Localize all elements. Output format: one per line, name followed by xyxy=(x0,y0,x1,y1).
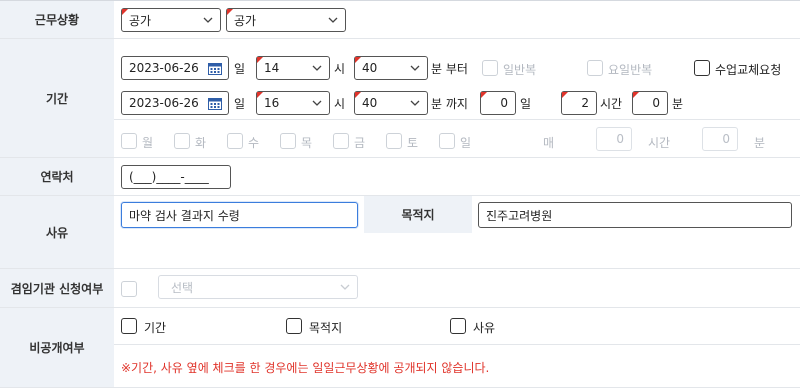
every-hours-value: 0 xyxy=(616,132,624,146)
every-minutes-input[interactable]: 0 xyxy=(702,127,738,151)
weekday-wed-checkbox[interactable] xyxy=(227,133,243,149)
chevron-down-icon xyxy=(328,17,338,23)
start-hour-select[interactable]: 14 xyxy=(256,56,330,80)
end-hour-label: 시 xyxy=(334,97,346,111)
every-label: 매 xyxy=(543,136,555,150)
period-row: 기간 2023-06-26 일 14 시 40 분 부터 일반복 요일반복 수업… xyxy=(0,39,800,158)
weekday-fri-checkbox[interactable] xyxy=(333,133,349,149)
dual-office-select[interactable]: 선택 xyxy=(158,275,358,299)
work-status-row: 근무상황 공가 공가 xyxy=(0,1,800,39)
contact-label: 연락처 xyxy=(0,158,114,195)
dual-office-select-value: 선택 xyxy=(171,280,194,295)
every-minutes-label: 분 xyxy=(754,136,766,150)
end-minute-value: 40 xyxy=(362,96,378,110)
weekday-sat-checkbox[interactable] xyxy=(386,133,402,149)
chevron-down-icon xyxy=(312,100,322,106)
reason-value: 마약 검사 결과지 수령 xyxy=(129,208,240,223)
period-label: 기간 xyxy=(0,39,114,157)
duration-hours-input[interactable]: 2 xyxy=(561,91,597,115)
every-minutes-value: 0 xyxy=(722,132,730,146)
weekday-sun-checkbox[interactable] xyxy=(439,133,455,149)
chevron-down-icon xyxy=(410,65,420,71)
destination-label: 목적지 xyxy=(401,208,435,222)
end-date-value: 2023-06-26 xyxy=(129,96,199,110)
private-label: 비공개여부 xyxy=(0,308,114,387)
private-period-label: 기간 xyxy=(144,321,167,335)
work-status-detail-select[interactable]: 공가 xyxy=(226,8,346,32)
weekday-fri-label: 금 xyxy=(354,136,366,150)
weekday-wed-label: 수 xyxy=(248,136,260,150)
every-hours-label: 시간 xyxy=(648,136,671,150)
private-row: 비공개여부 기간 목적지 사유 ※기간, 사유 옆에 체크를 한 경우에는 일일… xyxy=(0,308,800,388)
weekday-mon-checkbox[interactable] xyxy=(121,133,137,149)
reason-label: 사유 xyxy=(0,196,114,268)
weekday-repeat-checkbox[interactable] xyxy=(587,60,603,76)
weekday-repeat-label: 요일반복 xyxy=(608,63,653,77)
duration-days-label: 일 xyxy=(520,97,532,111)
chevron-down-icon xyxy=(410,100,420,106)
dual-office-label: 겸임기관 신청여부 xyxy=(0,269,114,307)
duration-days-value: 0 xyxy=(500,96,508,110)
calendar-icon[interactable] xyxy=(208,62,222,75)
duration-minutes-input[interactable]: 0 xyxy=(632,91,668,115)
start-minute-value: 40 xyxy=(362,61,378,75)
daily-repeat-label: 일반복 xyxy=(503,63,537,77)
private-reason-label: 사유 xyxy=(473,321,496,335)
class-exchange-label: 수업교체요청 xyxy=(715,63,782,77)
private-period-checkbox[interactable] xyxy=(121,318,137,334)
destination-label-cell: 목적지 xyxy=(364,196,472,233)
work-status-type-value: 공가 xyxy=(129,13,152,28)
duration-days-input[interactable]: 0 xyxy=(480,91,516,115)
reason-row: 사유 마약 검사 결과지 수령 목적지 진주고려병원 xyxy=(0,196,800,269)
contact-input[interactable]: (___)____-____ xyxy=(121,165,231,189)
chevron-down-icon xyxy=(203,17,213,23)
start-date-input[interactable]: 2023-06-26 xyxy=(121,56,229,80)
duration-minutes-label: 분 xyxy=(672,97,684,111)
private-reason-checkbox[interactable] xyxy=(450,318,466,334)
start-minute-select[interactable]: 40 xyxy=(354,56,428,80)
end-hour-select[interactable]: 16 xyxy=(256,91,330,115)
end-date-input[interactable]: 2023-06-26 xyxy=(121,91,229,115)
duration-hours-label: 시간 xyxy=(600,97,623,111)
weekday-sat-label: 토 xyxy=(407,136,419,150)
contact-row: 연락처 (___)____-____ xyxy=(0,158,800,196)
weekday-tue-label: 화 xyxy=(195,136,207,150)
start-hour-label: 시 xyxy=(334,62,346,76)
private-divider xyxy=(114,344,800,345)
weekday-tue-checkbox[interactable] xyxy=(174,133,190,149)
contact-value: (___)____-____ xyxy=(129,170,209,184)
dual-office-checkbox[interactable] xyxy=(121,281,137,297)
private-destination-checkbox[interactable] xyxy=(286,318,302,334)
chevron-down-icon xyxy=(312,65,322,71)
duration-hours-value: 2 xyxy=(581,96,589,110)
end-minute-label: 분 까지 xyxy=(431,97,468,111)
weekday-thu-label: 목 xyxy=(301,136,313,150)
dual-office-row: 겸임기관 신청여부 선택 xyxy=(0,269,800,308)
start-date-value: 2023-06-26 xyxy=(129,61,199,75)
chevron-down-icon xyxy=(340,284,350,290)
work-status-label: 근무상황 xyxy=(0,1,114,38)
period-divider xyxy=(114,119,800,120)
work-status-detail-value: 공가 xyxy=(234,13,257,28)
weekday-thu-checkbox[interactable] xyxy=(280,133,296,149)
destination-input[interactable]: 진주고려병원 xyxy=(478,202,792,228)
daily-repeat-checkbox[interactable] xyxy=(482,60,498,76)
weekday-mon-label: 월 xyxy=(142,136,154,150)
start-hour-value: 14 xyxy=(264,61,280,75)
reason-input[interactable]: 마약 검사 결과지 수령 xyxy=(121,202,358,228)
destination-value: 진주고려병원 xyxy=(486,208,553,223)
class-exchange-checkbox[interactable] xyxy=(694,60,710,76)
private-destination-label: 목적지 xyxy=(309,321,343,335)
calendar-icon[interactable] xyxy=(208,97,222,110)
every-hours-input[interactable]: 0 xyxy=(596,127,632,151)
private-notice: ※기간, 사유 옆에 체크를 한 경우에는 일일근무상황에 공개되지 않습니다. xyxy=(121,361,490,375)
end-hour-value: 16 xyxy=(264,96,280,110)
weekday-sun-label: 일 xyxy=(460,136,472,150)
duration-minutes-value: 0 xyxy=(652,96,660,110)
work-status-type-select[interactable]: 공가 xyxy=(121,8,221,32)
end-day-label: 일 xyxy=(234,97,246,111)
start-minute-label: 분 부터 xyxy=(431,62,468,76)
end-minute-select[interactable]: 40 xyxy=(354,91,428,115)
start-day-label: 일 xyxy=(234,62,246,76)
